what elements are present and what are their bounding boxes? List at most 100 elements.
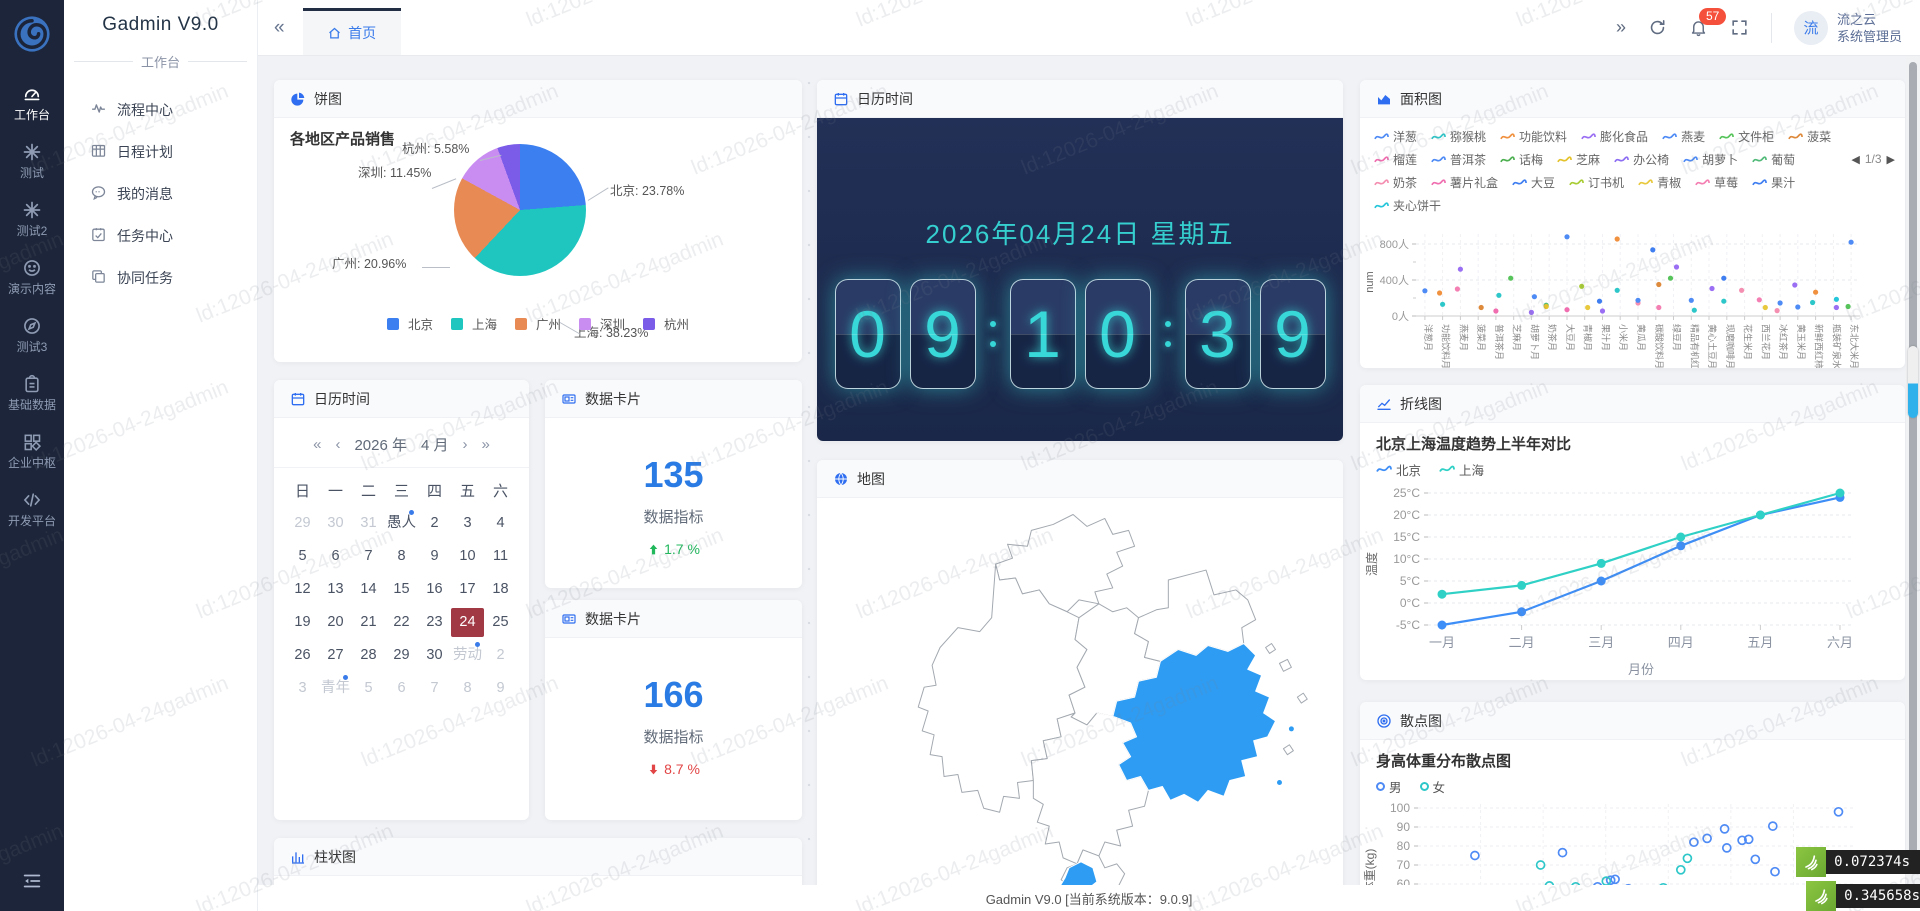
- area-legend-item[interactable]: 办公椅: [1614, 151, 1669, 168]
- sidebar-item-任务中心[interactable]: 任务中心: [64, 215, 257, 257]
- calendar-cell[interactable]: 14: [352, 575, 385, 604]
- next-year-icon[interactable]: »: [482, 436, 490, 453]
- pie-legend-item[interactable]: 深圳: [579, 314, 625, 333]
- area-legend-item[interactable]: 夹心饼干: [1374, 197, 1441, 214]
- fullscreen-icon[interactable]: [1730, 18, 1749, 37]
- area-legend-item[interactable]: 薯片礼盒: [1431, 174, 1498, 191]
- calendar-cell[interactable]: 28: [352, 641, 385, 670]
- calendar-cell[interactable]: 19: [286, 608, 319, 637]
- calendar-cell[interactable]: 7: [352, 542, 385, 571]
- calendar-cell[interactable]: 13: [319, 575, 352, 604]
- calendar-cell[interactable]: 29: [286, 509, 319, 538]
- legend-next-icon[interactable]: ▶: [1887, 153, 1895, 166]
- rail-item-测试3[interactable]: 测试3: [0, 306, 64, 364]
- calendar-cell[interactable]: 10: [451, 542, 484, 571]
- scrollbar-mini-thumb[interactable]: [1908, 346, 1918, 418]
- pie-legend-item[interactable]: 上海: [451, 314, 497, 333]
- rail-item-测试[interactable]: 测试: [0, 132, 64, 190]
- user-menu[interactable]: 流 流之云 系统管理员: [1794, 11, 1902, 45]
- area-legend-item[interactable]: 奶茶: [1374, 174, 1417, 191]
- legend-prev-icon[interactable]: ◀: [1851, 153, 1859, 166]
- rail-item-测试2[interactable]: 测试2: [0, 190, 64, 248]
- prev-month-icon[interactable]: ‹: [335, 436, 340, 453]
- area-legend-item[interactable]: 菠菜: [1788, 128, 1831, 145]
- pie-legend-item[interactable]: 广州: [515, 314, 561, 333]
- calendar-cell[interactable]: 9: [418, 542, 451, 571]
- scatter-legend-item[interactable]: 女: [1420, 777, 1446, 796]
- area-legend-item[interactable]: 功能饮料: [1500, 128, 1567, 145]
- area-legend-item[interactable]: 洋葱: [1374, 128, 1417, 145]
- area-legend-item[interactable]: 芝麻: [1557, 151, 1600, 168]
- rail-item-企业中枢[interactable]: 企业中枢: [0, 422, 64, 480]
- calendar-cell[interactable]: 17: [451, 575, 484, 604]
- calendar-cell[interactable]: 11: [484, 542, 517, 571]
- line-legend-item[interactable]: 北京: [1376, 460, 1421, 479]
- calendar-cell[interactable]: 18: [484, 575, 517, 604]
- calendar-cell[interactable]: 6: [385, 674, 418, 703]
- calendar-cell[interactable]: 26: [286, 641, 319, 670]
- calendar-cell[interactable]: 2: [484, 641, 517, 670]
- calendar-cell[interactable]: 劳动: [451, 641, 484, 670]
- calendar-cell[interactable]: 27: [319, 641, 352, 670]
- area-legend-item[interactable]: 胡萝卜: [1683, 151, 1738, 168]
- calendar-cell[interactable]: 4: [484, 509, 517, 538]
- sidebar-item-我的消息[interactable]: 我的消息: [64, 173, 257, 215]
- calendar-cell[interactable]: 12: [286, 575, 319, 604]
- scrollbar-thumb[interactable]: [1909, 62, 1917, 874]
- calendar-cell[interactable]: 5: [286, 542, 319, 571]
- calendar-cell[interactable]: 23: [418, 608, 451, 637]
- calendar-cell[interactable]: 愚人: [385, 509, 418, 538]
- calendar-cell[interactable]: 5: [352, 674, 385, 703]
- rail-item-工作台[interactable]: 工作台: [0, 74, 64, 132]
- area-legend-item[interactable]: 青椒: [1638, 174, 1681, 191]
- calendar-cell[interactable]: 3: [451, 509, 484, 538]
- calendar-cell[interactable]: 2: [418, 509, 451, 538]
- calendar-cell[interactable]: 29: [385, 641, 418, 670]
- rail-item-基础数据[interactable]: 基础数据: [0, 364, 64, 422]
- calendar-cell[interactable]: 22: [385, 608, 418, 637]
- china-region-map[interactable]: [817, 498, 1343, 885]
- app-logo-icon[interactable]: [10, 12, 54, 56]
- tab-home[interactable]: 首页: [303, 8, 401, 55]
- pie-disc[interactable]: [454, 144, 586, 276]
- area-legend-item[interactable]: 大豆: [1512, 174, 1555, 191]
- pie-legend-item[interactable]: 杭州: [643, 314, 689, 333]
- calendar-cell[interactable]: 7: [418, 674, 451, 703]
- scatter-legend-item[interactable]: 男: [1376, 777, 1402, 796]
- line-legend-item[interactable]: 上海: [1439, 460, 1484, 479]
- prev-year-icon[interactable]: «: [313, 436, 321, 453]
- vertical-scrollbar[interactable]: [1906, 56, 1920, 885]
- collapse-sidebar-icon[interactable]: «: [274, 17, 285, 39]
- calendar-cell[interactable]: 8: [451, 674, 484, 703]
- calendar-cell[interactable]: 24: [451, 608, 484, 637]
- area-legend-item[interactable]: 草莓: [1695, 174, 1738, 191]
- notification-bell-icon[interactable]: 57: [1689, 18, 1708, 37]
- area-legend-item[interactable]: 猕猴桃: [1431, 128, 1486, 145]
- calendar-cell[interactable]: 21: [352, 608, 385, 637]
- calendar-cell[interactable]: 3: [286, 674, 319, 703]
- refresh-icon[interactable]: [1648, 18, 1667, 37]
- area-legend-item[interactable]: 榴莲: [1374, 151, 1417, 168]
- expand-tabs-icon[interactable]: »: [1616, 17, 1626, 38]
- area-legend-item[interactable]: 订书机: [1569, 174, 1624, 191]
- calendar-cell[interactable]: 青年: [319, 674, 352, 703]
- calendar-cell[interactable]: 30: [418, 641, 451, 670]
- area-legend-item[interactable]: 话梅: [1500, 151, 1543, 168]
- calendar-cell[interactable]: 30: [319, 509, 352, 538]
- sidebar-item-协同任务[interactable]: 协同任务: [64, 257, 257, 299]
- area-legend-item[interactable]: 普洱茶: [1431, 151, 1486, 168]
- next-month-icon[interactable]: ›: [463, 436, 468, 453]
- rail-item-开发平台[interactable]: 开发平台: [0, 480, 64, 538]
- calendar-cell[interactable]: 9: [484, 674, 517, 703]
- rail-item-演示内容[interactable]: 演示内容: [0, 248, 64, 306]
- calendar-cell[interactable]: 31: [352, 509, 385, 538]
- sidebar-item-日程计划[interactable]: 日程计划: [64, 131, 257, 173]
- calendar-cell[interactable]: 8: [385, 542, 418, 571]
- area-legend-item[interactable]: 葡萄: [1752, 151, 1795, 168]
- area-legend-item[interactable]: 文件柜: [1719, 128, 1774, 145]
- area-legend-item[interactable]: 燕麦: [1662, 128, 1705, 145]
- area-legend-item[interactable]: 果汁: [1752, 174, 1795, 191]
- calendar-cell[interactable]: 15: [385, 575, 418, 604]
- area-legend-item[interactable]: 膨化食品: [1581, 128, 1648, 145]
- pie-legend-item[interactable]: 北京: [387, 314, 433, 333]
